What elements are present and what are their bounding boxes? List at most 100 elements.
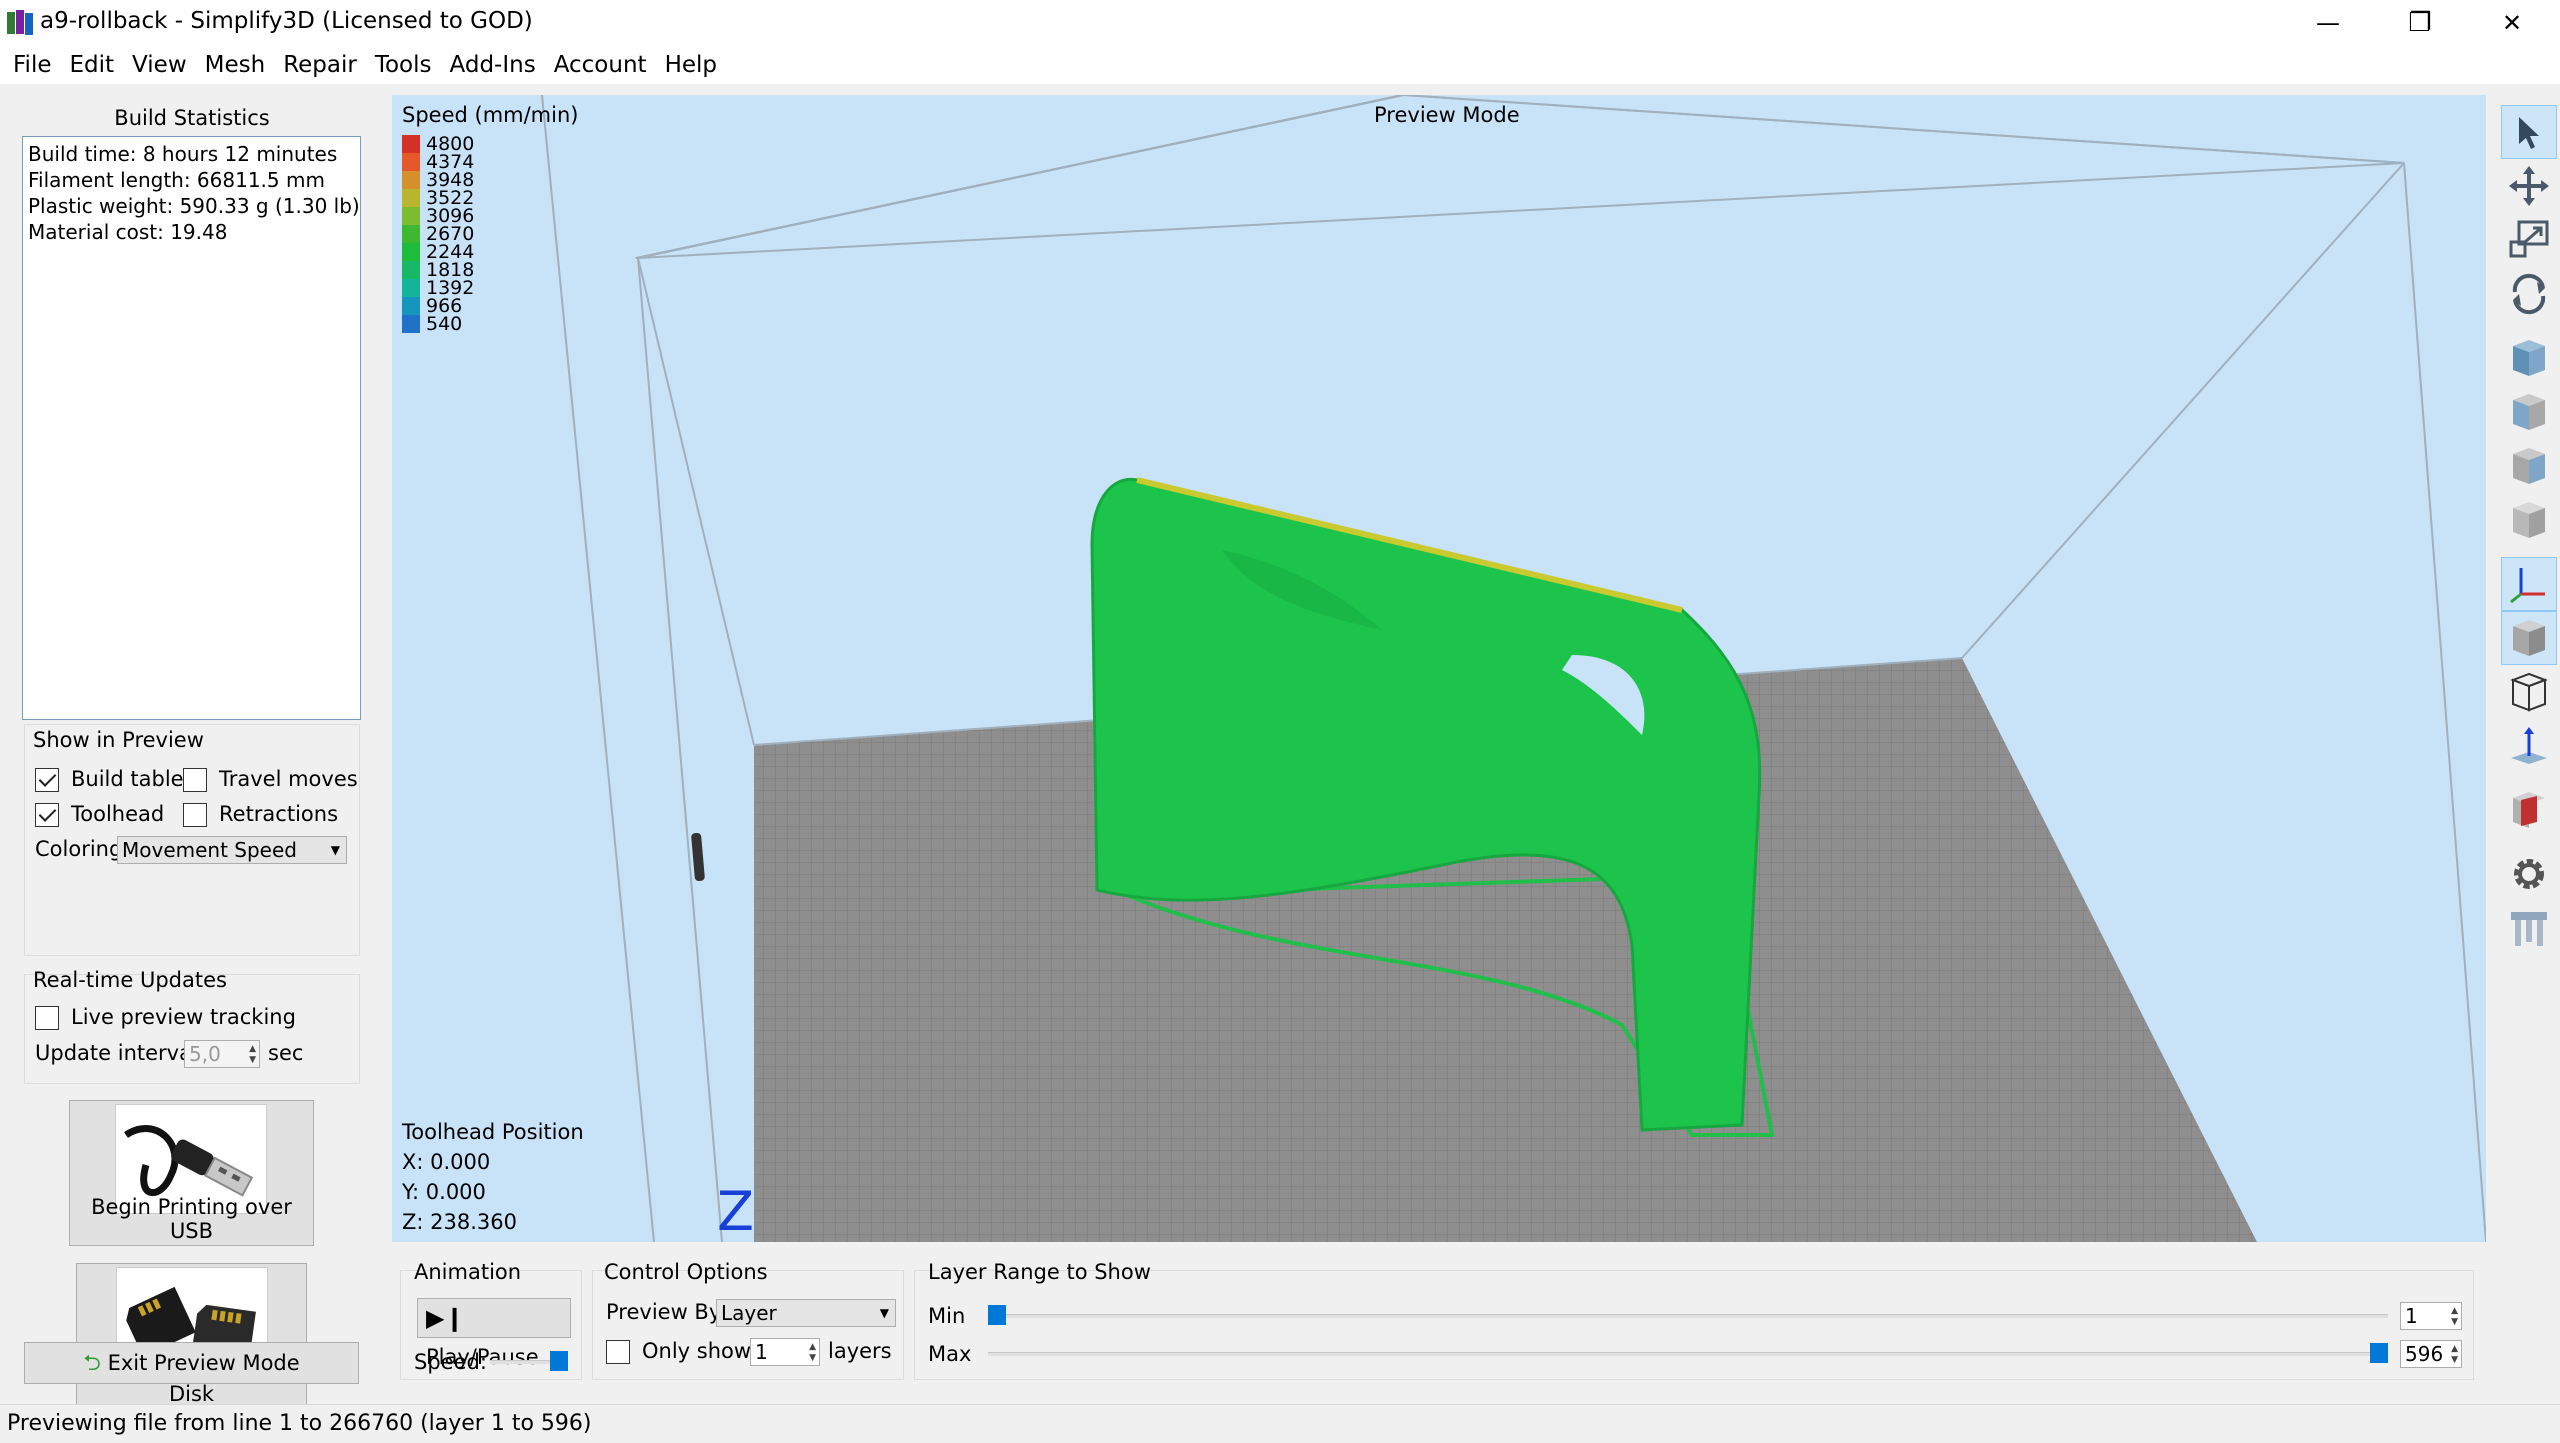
exit-preview-mode-button[interactable]: ⮌ Exit Preview Mode — [24, 1342, 359, 1384]
max-layer-label: Max — [928, 1342, 972, 1366]
legend-swatch — [402, 315, 420, 333]
build-volume-scene: Z — [541, 95, 2486, 1242]
spin-down-icon[interactable]: ▼ — [2451, 1355, 2458, 1365]
usb-button-label: Begin Printing over USB — [91, 1195, 292, 1243]
legend-swatch — [402, 207, 420, 225]
menu-bar: File Edit View Mesh Repair Tools Add-Ins… — [0, 46, 2560, 84]
live-preview-tracking-checkbox[interactable] — [35, 1006, 59, 1030]
legend-swatch — [402, 189, 420, 207]
legend-swatch — [402, 135, 420, 153]
travel-moves-label: Travel moves — [219, 767, 358, 791]
build-table-checkbox[interactable] — [35, 768, 59, 792]
z-axis-indicator: Z — [717, 1180, 754, 1242]
menu-mesh[interactable]: Mesh — [196, 46, 275, 84]
select-tool[interactable] — [2501, 105, 2557, 159]
menu-tools[interactable]: Tools — [366, 46, 441, 84]
minimize-button[interactable]: — — [2282, 0, 2374, 46]
coloring-select[interactable]: Movement Speed ▼ — [117, 836, 347, 864]
travel-moves-checkbox[interactable] — [183, 768, 207, 792]
view-left-button[interactable] — [2501, 439, 2557, 493]
update-interval-input[interactable]: 5,0 ▲ ▼ — [184, 1040, 260, 1068]
min-layer-input[interactable]: 1 ▲ ▼ — [2400, 1302, 2462, 1330]
only-show-checkbox[interactable] — [606, 1340, 630, 1364]
show-in-preview-title: Show in Preview — [33, 728, 204, 752]
cross-section-icon — [2513, 792, 2545, 828]
min-layer-slider-thumb[interactable] — [988, 1305, 1006, 1325]
toolhead-y: Y: 0.000 — [402, 1180, 486, 1204]
cross-section-toggle[interactable] — [2501, 783, 2557, 837]
retractions-checkbox[interactable] — [183, 803, 207, 827]
only-show-label: Only show — [642, 1339, 752, 1363]
play-pause-button[interactable]: ▶❙ Play/Pause — [417, 1298, 571, 1369]
toolhead-marker — [691, 832, 705, 882]
rotate-icon — [2512, 273, 2546, 315]
back-arrow-icon: ⮌ — [83, 1351, 101, 1376]
menu-edit[interactable]: Edit — [61, 46, 124, 84]
cube-top-icon — [2513, 340, 2545, 376]
menu-add-ins[interactable]: Add-Ins — [441, 46, 545, 84]
spin-down-icon[interactable]: ▼ — [809, 1353, 816, 1363]
toolhead-position-title: Toolhead Position — [402, 1120, 584, 1144]
solid-view-toggle[interactable] — [2501, 611, 2557, 665]
spin-up-icon[interactable]: ▲ — [2451, 1306, 2458, 1316]
supports-button[interactable] — [2501, 901, 2557, 955]
pan-tool[interactable] — [2501, 159, 2557, 213]
layer-range-group — [914, 1270, 2474, 1380]
cube-left-icon — [2513, 448, 2545, 484]
close-button[interactable]: ✕ — [2466, 0, 2558, 46]
max-layer-input[interactable]: 596 ▲ ▼ — [2400, 1340, 2462, 1368]
view-top-button[interactable] — [2501, 331, 2557, 385]
layer-range-title: Layer Range to Show — [928, 1260, 1151, 1284]
spin-up-icon[interactable]: ▲ — [249, 1044, 256, 1054]
left-panel: Build Statistics Build time: 8 hours 12 … — [0, 84, 392, 1409]
spin-down-icon[interactable]: ▼ — [2451, 1317, 2458, 1327]
view-right-button[interactable] — [2501, 493, 2557, 547]
cube-right-icon — [2513, 502, 2545, 538]
exit-preview-label: Exit Preview Mode — [107, 1351, 300, 1375]
cursor-arrow-icon — [2519, 117, 2539, 149]
zoom-box-icon — [2509, 220, 2549, 258]
min-layer-label: Min — [928, 1304, 966, 1328]
rotate-tool[interactable] — [2501, 267, 2557, 321]
legend-swatch — [402, 243, 420, 261]
spin-up-icon[interactable]: ▲ — [2451, 1344, 2458, 1354]
menu-file[interactable]: File — [4, 46, 61, 84]
coloring-value: Movement Speed — [122, 838, 297, 862]
3d-preview-viewport[interactable]: Z Speed (mm/min) 4800 4374 3948 3522 3096 267… — [392, 95, 2486, 1242]
max-layer-slider-track[interactable] — [988, 1352, 2388, 1356]
max-layer-slider-thumb[interactable] — [2370, 1343, 2388, 1363]
retractions-label: Retractions — [219, 802, 339, 826]
wireframe-cube-icon — [2510, 672, 2548, 712]
speed-slider-thumb[interactable] — [550, 1351, 568, 1371]
wireframe-view-toggle[interactable] — [2501, 665, 2557, 719]
menu-view[interactable]: View — [123, 46, 196, 84]
spin-up-icon[interactable]: ▲ — [809, 1342, 816, 1352]
min-layer-slider-track[interactable] — [988, 1314, 2388, 1318]
save-toolpaths-disk-button[interactable]: Save Toolpaths to Disk — [76, 1263, 307, 1409]
view-front-button[interactable] — [2501, 385, 2557, 439]
cube-front-icon — [2513, 394, 2545, 430]
settings-button[interactable] — [2501, 847, 2557, 901]
spin-down-icon[interactable]: ▼ — [249, 1055, 256, 1065]
restore-button[interactable]: ❐ — [2374, 0, 2466, 46]
menu-repair[interactable]: Repair — [274, 46, 366, 84]
axes-icon — [2510, 568, 2545, 604]
menu-help[interactable]: Help — [656, 46, 726, 84]
move-arrows-icon — [2509, 166, 2549, 206]
layers-label: layers — [828, 1339, 892, 1363]
zoom-tool[interactable] — [2501, 213, 2557, 267]
toolhead-label: Toolhead — [71, 802, 165, 826]
stat-build-time: Build time: 8 hours 12 minutes — [28, 142, 338, 166]
show-axes-toggle[interactable] — [2501, 557, 2557, 611]
normals-toggle[interactable] — [2501, 719, 2557, 773]
menu-account[interactable]: Account — [545, 46, 656, 84]
status-bar: Previewing file from line 1 to 266760 (l… — [0, 1404, 2560, 1440]
preview-by-select[interactable]: Layer ▼ — [716, 1299, 896, 1327]
only-show-layers-input[interactable]: 1 ▲ ▼ — [750, 1338, 820, 1366]
title-bar: a9-rollback - Simplify3D (Licensed to GO… — [0, 0, 2560, 46]
legend-swatch — [402, 279, 420, 297]
play-pause-icon: ▶❙ — [426, 1304, 465, 1332]
begin-printing-usb-button[interactable]: Begin Printing over USB — [69, 1100, 314, 1246]
toolhead-checkbox[interactable] — [35, 803, 59, 827]
bottom-controls: Animation ▶❙ Play/Pause Speed: Control O… — [392, 1242, 2486, 1402]
